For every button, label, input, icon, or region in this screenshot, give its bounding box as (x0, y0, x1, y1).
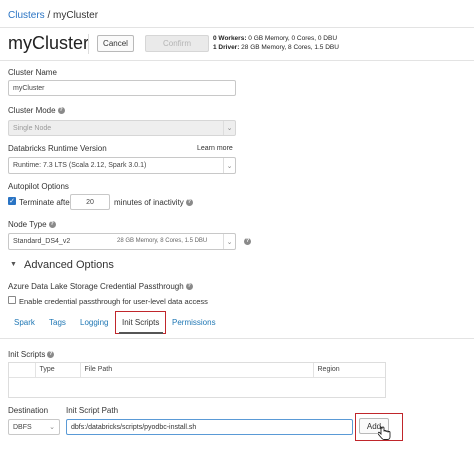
header-divider (0, 27, 474, 28)
autopilot-label: Autopilot Options (8, 182, 69, 191)
chevron-down-icon: ⌄ (223, 234, 235, 249)
terminate-suffix-text: minutes of inactivity (114, 198, 184, 207)
title-separator (88, 34, 89, 54)
driver-summary-bold: 1 Driver: (213, 44, 240, 51)
node-type-label-text: Node Type (8, 220, 47, 229)
help-icon[interactable]: ? (185, 199, 193, 207)
cluster-mode-select[interactable]: Single Node ⌄ (8, 120, 236, 136)
runtime-label: Databricks Runtime Version (8, 144, 107, 153)
tab-permissions[interactable]: Permissions (172, 318, 216, 327)
chevron-down-icon: ⌄ (223, 121, 235, 135)
passthrough-checkbox-label: Enable credential passthrough for user-l… (19, 297, 208, 306)
passthrough-checkbox[interactable] (8, 296, 16, 304)
breadcrumb-current: myCluster (53, 10, 99, 21)
init-scripts-table: Type File Path Region (8, 362, 386, 398)
cluster-name-label: Cluster Name (8, 68, 57, 77)
terminate-label: Terminate after (19, 198, 73, 207)
hand-cursor-icon (377, 425, 391, 443)
node-type-spec: 28 GB Memory, 8 Cores, 1.5 DBU (117, 238, 208, 244)
column-header-file-path: File Path (80, 363, 314, 377)
tab-tags[interactable]: Tags (49, 318, 66, 327)
page-title: myCluster (8, 33, 90, 53)
runtime-value: Runtime: 7.3 LTS (Scala 2.12, Spark 3.0.… (13, 162, 147, 169)
driver-summary-text: 28 GB Memory, 8 Cores, 1.5 DBU (239, 44, 339, 51)
cluster-name-input[interactable]: myCluster (8, 80, 236, 96)
node-type-select[interactable]: Standard_DS4_v2 28 GB Memory, 8 Cores, 1… (8, 233, 236, 250)
tabs-divider (0, 338, 474, 339)
cancel-button[interactable]: Cancel (97, 35, 134, 52)
terminate-checkbox[interactable]: ✓ (8, 197, 16, 205)
init-script-path-label: Init Script Path (66, 406, 119, 415)
destination-value: DBFS (13, 423, 32, 431)
cluster-mode-label: Cluster Mode? (8, 106, 65, 115)
init-script-path-input[interactable]: dbfs:/databricks/scripts/pyodbc-install.… (66, 419, 353, 435)
destination-select[interactable]: DBFS ⌄ (8, 419, 60, 435)
node-type-label: Node Type? (8, 220, 56, 229)
table-header-row: Type File Path Region (9, 363, 385, 377)
header-bottom-divider (0, 60, 474, 61)
active-tab-underline (119, 332, 163, 334)
confirm-button[interactable]: Confirm (145, 35, 209, 52)
column-header-type: Type (35, 363, 81, 377)
help-icon[interactable]: ? (57, 107, 65, 115)
column-header (9, 363, 36, 377)
breadcrumb-separator: / (44, 10, 54, 21)
caret-down-icon[interactable]: ▼ (10, 261, 17, 268)
driver-summary: 1 Driver: 28 GB Memory, 8 Cores, 1.5 DBU (213, 44, 339, 51)
init-scripts-label-text: Init Scripts (8, 350, 46, 359)
workers-summary-bold: 0 Workers: (213, 35, 247, 42)
learn-more-link[interactable]: Learn more (197, 145, 233, 152)
passthrough-label: Azure Data Lake Storage Credential Passt… (8, 282, 193, 291)
column-header-region: Region (317, 366, 340, 374)
breadcrumb-clusters-link[interactable]: Clusters (8, 10, 45, 21)
chevron-down-icon: ⌄ (223, 158, 235, 173)
help-icon[interactable]: ? (244, 238, 251, 245)
node-type-value: Standard_DS4_v2 (13, 238, 71, 245)
chevron-down-icon: ⌄ (49, 424, 55, 431)
tab-spark[interactable]: Spark (14, 318, 35, 327)
help-icon[interactable]: ? (47, 351, 55, 359)
destination-label: Destination (8, 406, 49, 415)
passthrough-label-text: Azure Data Lake Storage Credential Passt… (8, 282, 184, 291)
terminate-suffix: minutes of inactivity? (114, 198, 193, 207)
cluster-mode-label-text: Cluster Mode (8, 106, 56, 115)
init-scripts-label: Init Scripts? (8, 350, 55, 359)
advanced-options-toggle[interactable]: Advanced Options (24, 259, 114, 271)
help-icon[interactable]: ? (48, 221, 56, 229)
cluster-mode-value: Single Node (13, 124, 52, 132)
runtime-select[interactable]: Runtime: 7.3 LTS (Scala 2.12, Spark 3.0.… (8, 157, 236, 174)
workers-summary-text: 0 GB Memory, 0 Cores, 0 DBU (246, 35, 338, 42)
terminate-minutes-input[interactable]: 20 (70, 194, 110, 210)
tab-init-scripts[interactable]: Init Scripts (122, 318, 159, 327)
tab-logging[interactable]: Logging (80, 318, 108, 327)
workers-summary: 0 Workers: 0 GB Memory, 0 Cores, 0 DBU (213, 35, 337, 42)
help-icon[interactable]: ? (185, 283, 193, 291)
breadcrumb: Clusters / myCluster (8, 10, 98, 21)
